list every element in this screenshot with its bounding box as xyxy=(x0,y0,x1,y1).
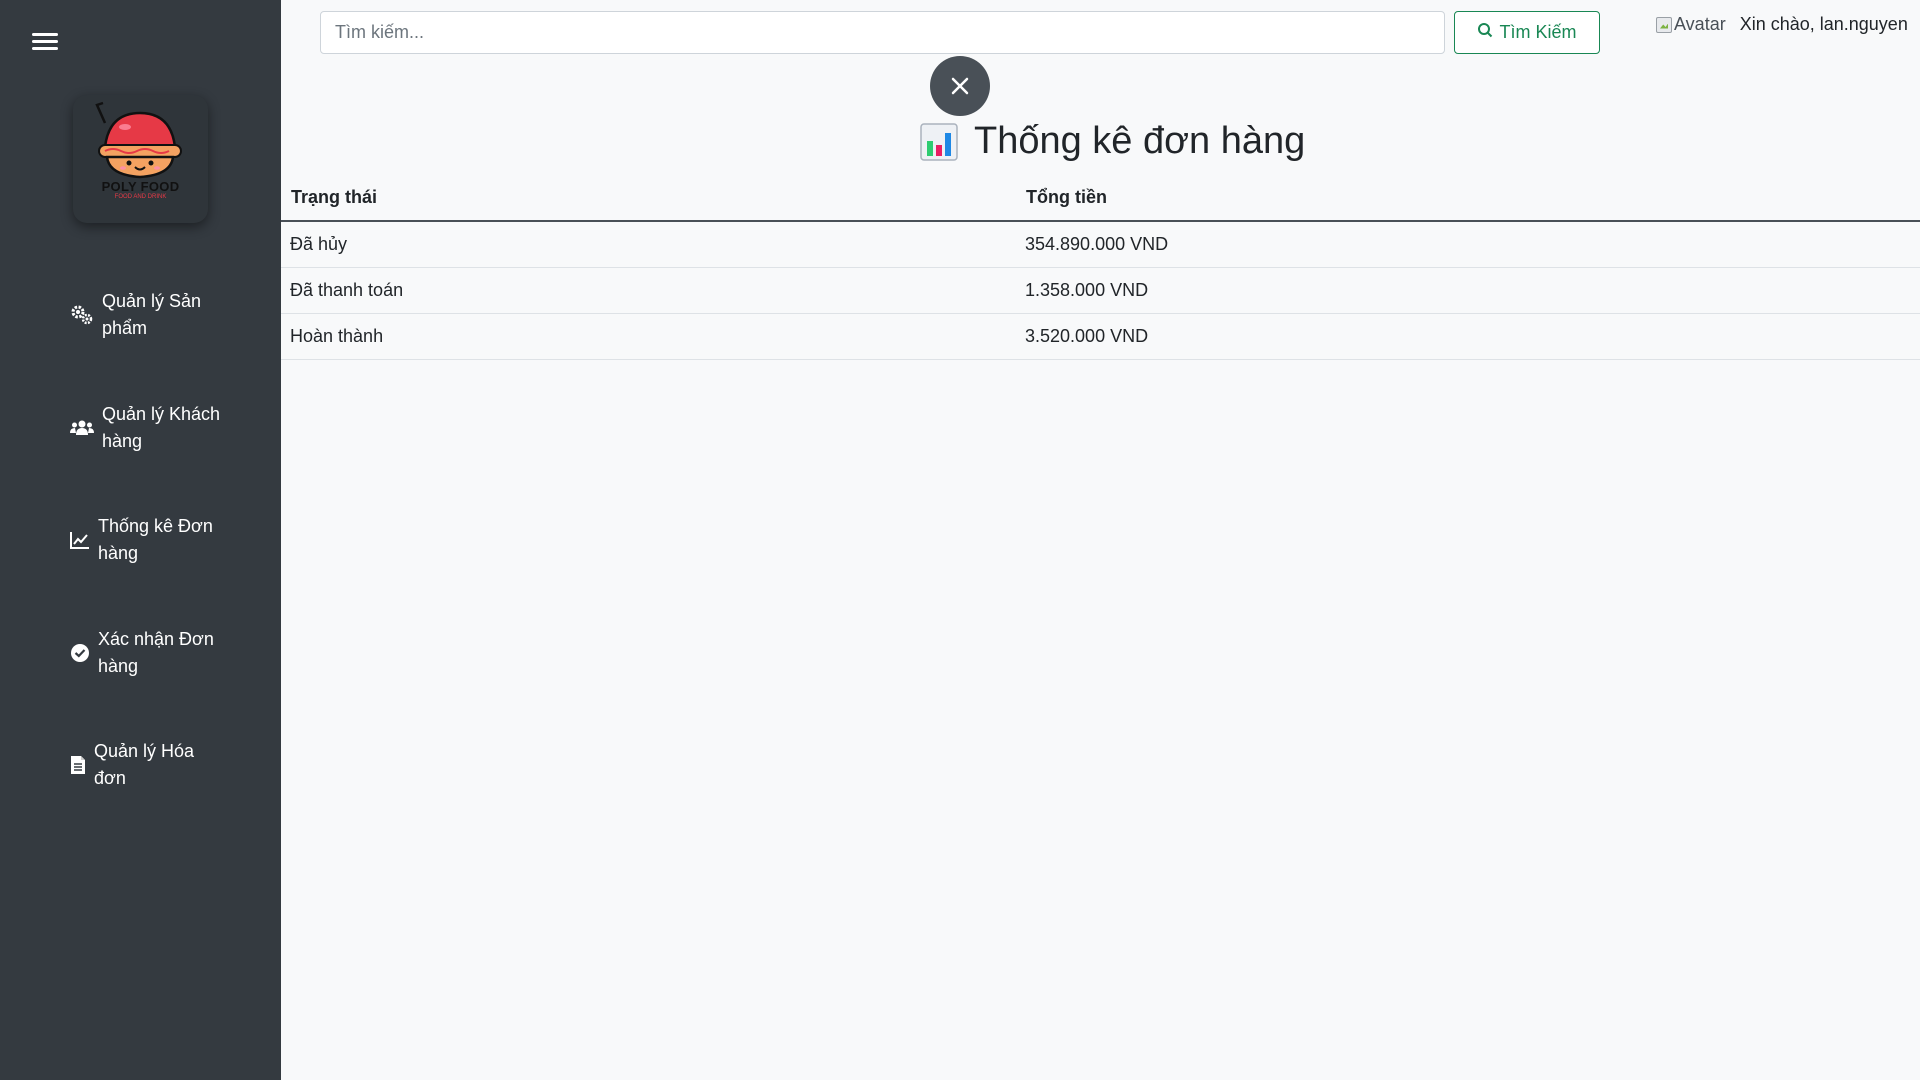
table-row: Đã hủy 354.890.000 VND xyxy=(281,221,1920,268)
users-icon xyxy=(70,416,94,440)
status-cell: Đã hủy xyxy=(281,221,1016,268)
total-cell: 3.520.000 VND xyxy=(1016,313,1920,360)
broken-image-icon xyxy=(1656,16,1672,33)
column-header-total: Tổng tiền xyxy=(1016,175,1920,222)
hamburger-menu-icon[interactable] xyxy=(32,33,58,53)
sidebar-item-confirm-orders[interactable]: Xác nhận Đơn hàng xyxy=(70,626,228,680)
line-chart-icon xyxy=(70,528,90,552)
sidebar-item-customers[interactable]: Quản lý Khách hàng xyxy=(70,401,232,455)
bar-chart-icon xyxy=(920,122,958,161)
column-header-status: Trạng thái xyxy=(281,175,1016,222)
table-header-row: Trạng thái Tổng tiền xyxy=(281,175,1920,222)
page-title: Thống kê đơn hàng xyxy=(920,120,1305,163)
table-row: Hoàn thành 3.520.000 VND xyxy=(281,313,1920,360)
user-area: Avatar Xin chào, lan.nguyen xyxy=(1656,14,1908,35)
order-stats-table: Trạng thái Tổng tiền Đã hủy 354.890.000 … xyxy=(281,175,1920,360)
sidebar-item-invoices[interactable]: Quản lý Hóa đơn xyxy=(70,738,224,792)
sidebar: POLY FOOD FOOD AND DRINK Quản lý Sản phẩ… xyxy=(0,0,281,1080)
sidebar-item-order-stats[interactable]: Thống kê Đơn hàng xyxy=(70,513,228,567)
search-input[interactable] xyxy=(320,11,1445,54)
sidebar-item-label: Thống kê Đơn hàng xyxy=(98,516,213,563)
invoice-icon xyxy=(70,753,86,777)
sidebar-item-label: Xác nhận Đơn hàng xyxy=(98,629,214,676)
avatar-alt-text: Avatar xyxy=(1674,14,1726,34)
check-circle-icon xyxy=(70,641,90,665)
page-title-text: Thống kê đơn hàng xyxy=(974,120,1306,162)
sidebar-item-label: Quản lý Khách hàng xyxy=(102,404,221,451)
status-cell: Hoàn thành xyxy=(281,313,1016,360)
sidebar-item-label: Quản lý Sản phẩm xyxy=(102,291,202,338)
status-cell: Đã thanh toán xyxy=(281,267,1016,314)
table-row: Đã thanh toán 1.358.000 VND xyxy=(281,267,1920,314)
avatar[interactable]: Avatar xyxy=(1656,14,1726,35)
sidebar-item-products[interactable]: Quản lý Sản phẩm xyxy=(70,288,232,342)
user-greeting: Xin chào, lan.nguyen xyxy=(1739,14,1908,34)
sidebar-item-label: Quản lý Hóa đơn xyxy=(94,741,195,788)
gears-icon xyxy=(70,303,94,327)
close-button[interactable] xyxy=(930,56,990,116)
brand-tagline: FOOD AND DRINK xyxy=(114,194,167,200)
close-icon xyxy=(951,77,969,95)
search-icon xyxy=(1477,22,1493,43)
search-button[interactable]: Tìm Kiếm xyxy=(1454,11,1600,54)
total-cell: 1.358.000 VND xyxy=(1016,267,1920,314)
total-cell: 354.890.000 VND xyxy=(1016,221,1920,268)
brand-name: POLY FOOD xyxy=(101,179,180,194)
brand-logo[interactable]: POLY FOOD FOOD AND DRINK xyxy=(73,95,208,223)
search-button-label: Tìm Kiếm xyxy=(1499,22,1577,42)
